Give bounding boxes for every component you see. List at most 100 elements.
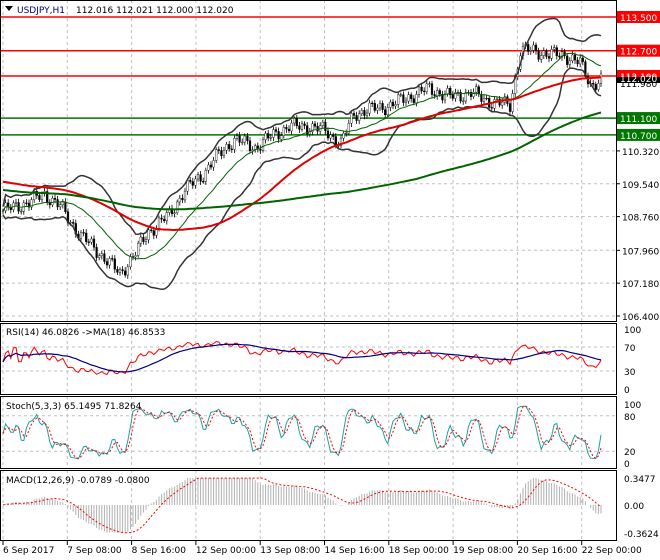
candle-body	[550, 49, 553, 59]
candle-body	[352, 113, 356, 116]
candle-body	[61, 201, 64, 205]
candle-body	[407, 94, 410, 102]
candle-body	[64, 201, 67, 213]
candle-body	[303, 123, 306, 126]
candle-body	[384, 109, 387, 116]
candle-body	[25, 202, 28, 204]
candle-body	[290, 122, 293, 132]
candle-body	[100, 253, 103, 256]
candle-body	[329, 134, 332, 139]
candle-body	[108, 258, 111, 266]
rsi-axis-label: 30	[624, 368, 636, 378]
candle-body	[592, 82, 595, 85]
candle-body	[399, 94, 402, 96]
candle-body	[527, 44, 530, 52]
candle-body	[264, 133, 267, 141]
candle-body	[202, 181, 205, 183]
candle-body	[490, 107, 493, 109]
candle-body	[446, 88, 449, 95]
candle-body	[558, 55, 561, 58]
collapse-triangle-icon[interactable]	[5, 6, 13, 11]
candle-body	[199, 174, 202, 182]
candle-body	[113, 258, 116, 270]
candle-body	[105, 261, 109, 266]
candle-body	[222, 150, 226, 156]
candle-body	[183, 190, 187, 201]
candle-body	[137, 243, 140, 256]
macd-axis-label: 0.00	[624, 502, 644, 512]
candle-body	[38, 195, 41, 200]
level-label: 110.700	[620, 132, 657, 142]
candle-body	[386, 107, 389, 116]
indicator-plots	[2, 340, 602, 534]
candle-body	[225, 144, 228, 151]
candle-body	[433, 94, 436, 97]
candle-body	[82, 232, 85, 234]
candle-body	[415, 94, 418, 103]
candle-body	[368, 102, 371, 114]
candle-body	[14, 202, 18, 204]
candle-body	[594, 83, 597, 90]
candle-body	[59, 204, 62, 208]
candle-body	[241, 141, 244, 144]
rsi-axis-label: 70	[624, 344, 636, 354]
candle-body	[345, 132, 348, 135]
trading-chart[interactable]: 113.500112.700112.100111.100110.700 6 Se…	[0, 0, 660, 560]
candle-body	[365, 112, 369, 116]
candle-body	[152, 230, 155, 236]
candle-body	[508, 103, 512, 112]
macd-axis-label: 0.3477	[624, 475, 656, 485]
candle-body	[261, 139, 265, 151]
candle-body	[204, 170, 207, 182]
price-plot	[1, 17, 603, 291]
time-label: 13 Sep 08:00	[260, 546, 320, 556]
candle-body	[332, 134, 335, 137]
candle-body	[537, 50, 540, 60]
panel-frames	[0, 0, 617, 541]
candle-body	[534, 44, 538, 51]
ohlc-readout: 112.016 112.021 112.000 112.020	[76, 6, 234, 16]
candle-body	[300, 123, 304, 130]
time-label: 22 Sep 00:00	[582, 546, 642, 556]
candle-body	[272, 129, 275, 138]
candle-body	[173, 212, 176, 214]
candle-body	[287, 128, 291, 132]
candle-body	[428, 83, 431, 85]
candle-body	[178, 197, 181, 203]
candle-body	[485, 97, 488, 100]
candle-body	[51, 197, 54, 206]
time-label: 14 Sep 16:00	[325, 546, 385, 556]
stoch-axis-label: 100	[624, 401, 641, 411]
candle-body	[139, 236, 142, 244]
candle-body	[371, 102, 374, 105]
candle-body	[220, 150, 223, 156]
candle-body	[394, 104, 397, 107]
horizontal-levels[interactable]: 113.500112.700112.100111.100110.700	[0, 11, 660, 142]
candle-body	[360, 110, 363, 114]
grid	[0, 0, 616, 541]
candle-body	[186, 180, 189, 192]
candle-body	[147, 229, 150, 240]
rsi-ma-line	[2, 343, 602, 373]
stoch-axis-label: 20	[624, 448, 636, 458]
candle-body	[451, 94, 454, 99]
level-label: 111.100	[620, 115, 657, 125]
candle-body	[238, 135, 241, 143]
time-label: 6 Sep 2017	[3, 546, 54, 556]
candle-body	[98, 255, 101, 258]
candle-body	[350, 113, 353, 124]
candle-body	[176, 201, 179, 213]
candle-body	[280, 135, 283, 140]
candle-body	[402, 94, 405, 103]
candle-body	[118, 269, 122, 273]
price-label: 109.540	[622, 181, 659, 191]
candle-body	[363, 110, 366, 116]
candle-body	[163, 218, 166, 222]
candle-body	[150, 229, 153, 231]
time-label: 18 Sep 00:00	[389, 546, 449, 556]
candle-body	[259, 149, 262, 151]
candle-body	[282, 127, 285, 136]
time-label: 7 Sep 08:00	[67, 546, 122, 556]
candle-body	[79, 232, 83, 239]
candle-body	[425, 83, 428, 92]
